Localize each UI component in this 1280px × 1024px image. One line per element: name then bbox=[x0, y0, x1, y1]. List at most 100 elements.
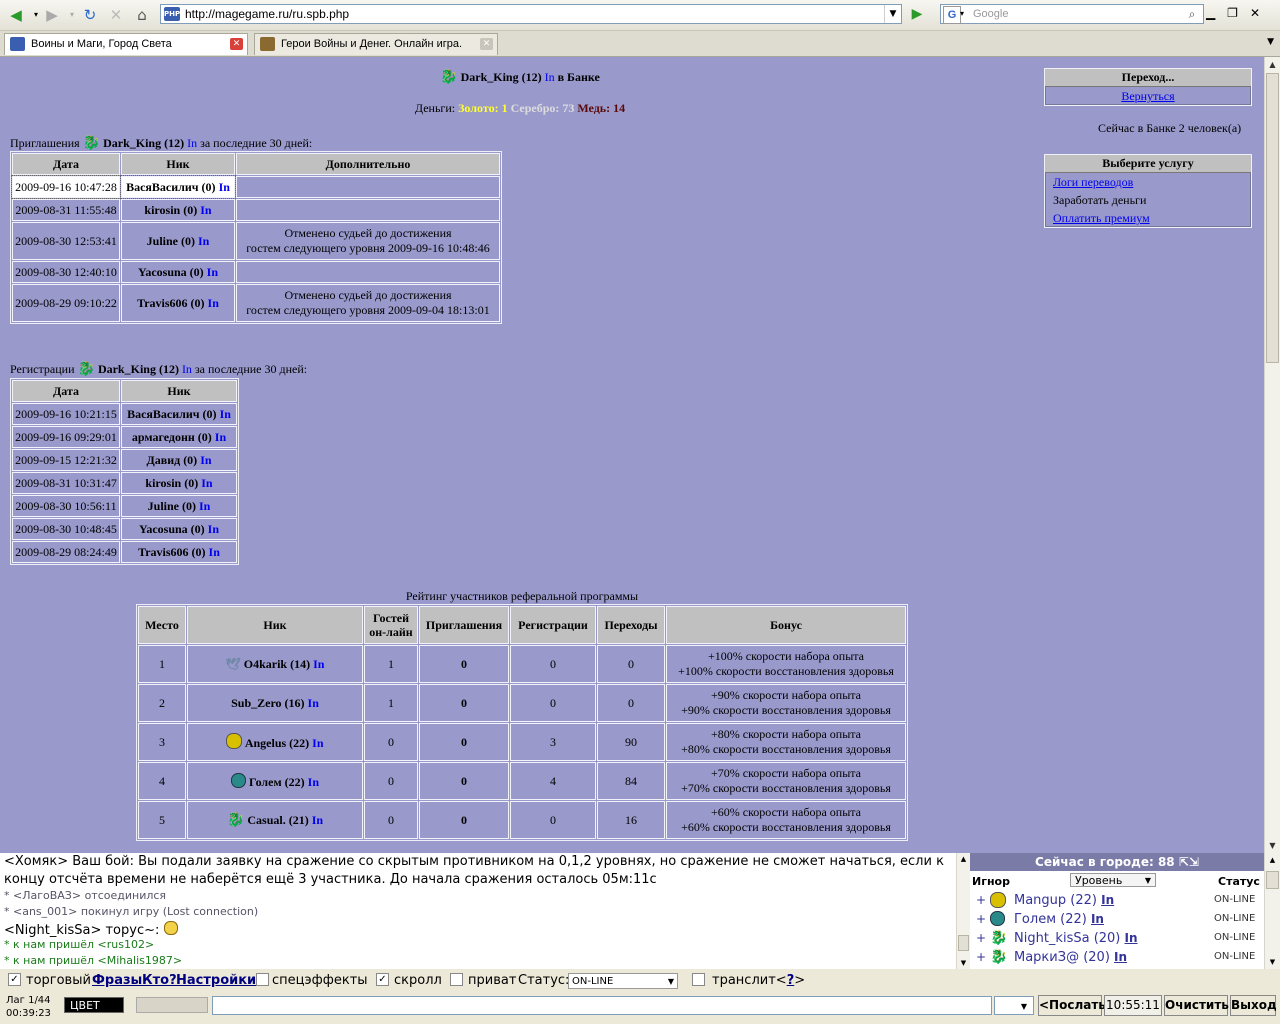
forward-icon[interactable]: ▶ bbox=[42, 5, 62, 25]
close-tab-icon[interactable]: ✕ bbox=[480, 38, 493, 50]
tab-heroes[interactable]: Герои Войны и Денег. Онлайн игра. ✕ bbox=[254, 33, 498, 55]
chat-controls: ✓ торговый Фразы Кто? Настройки спецэффе… bbox=[0, 969, 1280, 993]
info-link[interactable]: In bbox=[200, 203, 211, 217]
online-scrollbar[interactable]: ▲ ▼ bbox=[1264, 853, 1280, 969]
service-transfer-logs[interactable]: Логи переводов bbox=[1053, 175, 1133, 189]
restore-icon[interactable]: ❐ bbox=[1227, 6, 1250, 20]
back-link[interactable]: Вернуться bbox=[1121, 89, 1174, 103]
info-link[interactable]: In bbox=[308, 696, 319, 710]
info-link[interactable]: In bbox=[208, 296, 219, 310]
info-link[interactable]: In bbox=[1114, 950, 1127, 964]
url-text[interactable]: http://magegame.ru/ru.spb.php bbox=[185, 7, 349, 21]
close-icon[interactable]: ✕ bbox=[1250, 6, 1272, 20]
scroll-up-icon[interactable]: ▲ bbox=[1265, 57, 1280, 72]
info-link[interactable]: In bbox=[1125, 931, 1138, 945]
scroll-checkbox[interactable]: ✓ bbox=[376, 973, 389, 986]
chat-log[interactable]: <Хомяк> Ваш бой: Вы подали заявку на сра… bbox=[0, 853, 956, 969]
sort-level-select[interactable]: Уровень ▼ bbox=[1070, 873, 1156, 887]
phrases-link[interactable]: Фразы bbox=[92, 973, 142, 988]
expand-icon[interactable]: + bbox=[976, 912, 986, 926]
search-engine-dropdown-icon[interactable]: ▾ bbox=[960, 9, 964, 18]
close-tab-icon[interactable]: ✕ bbox=[230, 38, 243, 50]
effects-checkbox[interactable] bbox=[256, 973, 269, 986]
nick-cell[interactable]: ВасяВасилич (0) In bbox=[120, 175, 236, 199]
user-name[interactable]: МаркиЗ@ (20) bbox=[1014, 950, 1110, 965]
exit-button[interactable]: Выход bbox=[1230, 995, 1277, 1016]
message-input[interactable] bbox=[212, 996, 992, 1015]
status-select[interactable]: ON-LINE ▼ bbox=[568, 973, 678, 989]
scroll-thumb[interactable] bbox=[1266, 73, 1279, 363]
clear-button[interactable]: Очистить bbox=[1164, 995, 1229, 1016]
chat-scrollbar[interactable]: ▲ ▼ bbox=[956, 853, 970, 969]
user-name[interactable]: Night_kisSa (20) bbox=[1014, 931, 1120, 946]
table-row: 2009-09-16 10:21:15 ВасяВасилич (0) In bbox=[12, 403, 237, 425]
user-name[interactable]: Голем (22) bbox=[1014, 912, 1087, 927]
player-info-link[interactable]: In bbox=[182, 362, 192, 376]
player-info-link[interactable]: In bbox=[545, 70, 555, 84]
scroll-down-icon[interactable]: ▼ bbox=[957, 957, 970, 969]
expand-icon[interactable]: + bbox=[976, 931, 986, 945]
info-link[interactable]: In bbox=[209, 545, 220, 559]
extra-cell: Отменено судьей до достижения гостем след… bbox=[236, 222, 500, 260]
scroll-thumb[interactable] bbox=[1266, 871, 1279, 889]
search-box[interactable]: G ▾ Google ⌕ bbox=[940, 4, 1204, 24]
forward-dropdown-icon[interactable]: ▾ bbox=[62, 5, 82, 25]
info-link[interactable]: In bbox=[220, 407, 231, 421]
scroll-up-icon[interactable]: ▲ bbox=[1265, 853, 1280, 867]
who-link[interactable]: Кто? bbox=[142, 973, 177, 988]
online-user[interactable]: + 🐉 МаркиЗ@ (20) In ON-LINE bbox=[970, 948, 1264, 967]
trade-checkbox[interactable]: ✓ bbox=[8, 973, 21, 986]
google-icon[interactable]: G bbox=[943, 6, 961, 24]
search-placeholder[interactable]: Google bbox=[973, 8, 1008, 20]
info-link[interactable]: In bbox=[312, 736, 323, 750]
page-scrollbar[interactable]: ▲ ▼ bbox=[1264, 57, 1280, 853]
player-info-link[interactable]: In bbox=[187, 136, 197, 150]
scroll-thumb[interactable] bbox=[958, 935, 969, 951]
color-button[interactable]: ЦВЕТ bbox=[64, 997, 124, 1013]
settings-link[interactable]: Настройки bbox=[176, 973, 256, 988]
info-link[interactable]: In bbox=[201, 476, 212, 490]
info-link[interactable]: In bbox=[207, 265, 218, 279]
regs-cell: 4 bbox=[510, 762, 596, 800]
home-icon[interactable]: ⌂ bbox=[132, 5, 152, 25]
service-pay-premium[interactable]: Оплатить премиум bbox=[1053, 211, 1150, 225]
message-history-dropdown[interactable]: ▼ bbox=[994, 996, 1034, 1015]
private-checkbox[interactable] bbox=[450, 973, 463, 986]
search-icon[interactable]: ⌕ bbox=[1183, 6, 1201, 22]
back-icon[interactable]: ◀ bbox=[6, 5, 26, 25]
info-link[interactable]: In bbox=[200, 453, 211, 467]
stop-icon[interactable]: ✕ bbox=[106, 5, 126, 25]
user-name[interactable]: Mangup (22) bbox=[1014, 893, 1097, 908]
online-user[interactable]: + 🐉 Night_kisSa (20) In ON-LINE bbox=[970, 929, 1264, 948]
online-user[interactable]: + Голем (22) In ON-LINE bbox=[970, 910, 1264, 929]
scroll-down-icon[interactable]: ▼ bbox=[1265, 955, 1280, 969]
info-link[interactable]: In bbox=[1101, 893, 1114, 907]
info-link[interactable]: In bbox=[312, 813, 323, 827]
go-icon[interactable]: ▶ bbox=[906, 5, 928, 24]
tab-bar: Воины и Маги, Город Света ✕ Герои Войны … bbox=[0, 31, 1280, 57]
expand-icon[interactable]: + bbox=[976, 950, 986, 964]
scroll-down-icon[interactable]: ▼ bbox=[1265, 838, 1280, 853]
info-link[interactable]: In bbox=[313, 657, 324, 671]
minimize-icon[interactable]: ▁ bbox=[1206, 6, 1227, 20]
address-bar[interactable]: PHP http://magegame.ru/ru.spb.php ▼ bbox=[160, 4, 902, 24]
chevron-down-icon[interactable]: ▼ bbox=[884, 5, 901, 23]
info-link[interactable]: In bbox=[208, 522, 219, 536]
expand-icon[interactable]: + bbox=[976, 893, 986, 907]
tab-list-icon[interactable]: ▼ bbox=[1267, 37, 1274, 47]
info-link[interactable]: In bbox=[199, 499, 210, 513]
popout-icon[interactable]: ⇱⇲ bbox=[1179, 855, 1199, 869]
online-user[interactable]: + Mangup (22) In ON-LINE bbox=[970, 891, 1264, 910]
translit-help-link[interactable]: ? bbox=[787, 973, 795, 988]
tab-magegame[interactable]: Воины и Маги, Город Света ✕ bbox=[4, 33, 248, 55]
reload-icon[interactable]: ↻ bbox=[80, 5, 100, 25]
info-link[interactable]: In bbox=[215, 430, 226, 444]
send-button[interactable]: <Послать bbox=[1038, 995, 1106, 1016]
info-link[interactable]: In bbox=[1091, 912, 1104, 926]
info-link[interactable]: In bbox=[219, 180, 230, 194]
translit-checkbox[interactable] bbox=[692, 973, 705, 986]
date-cell[interactable]: 2009-09-16 10:47:28 bbox=[11, 175, 121, 199]
scroll-up-icon[interactable]: ▲ bbox=[957, 853, 970, 865]
info-link[interactable]: In bbox=[198, 234, 209, 248]
info-link[interactable]: In bbox=[308, 775, 319, 789]
